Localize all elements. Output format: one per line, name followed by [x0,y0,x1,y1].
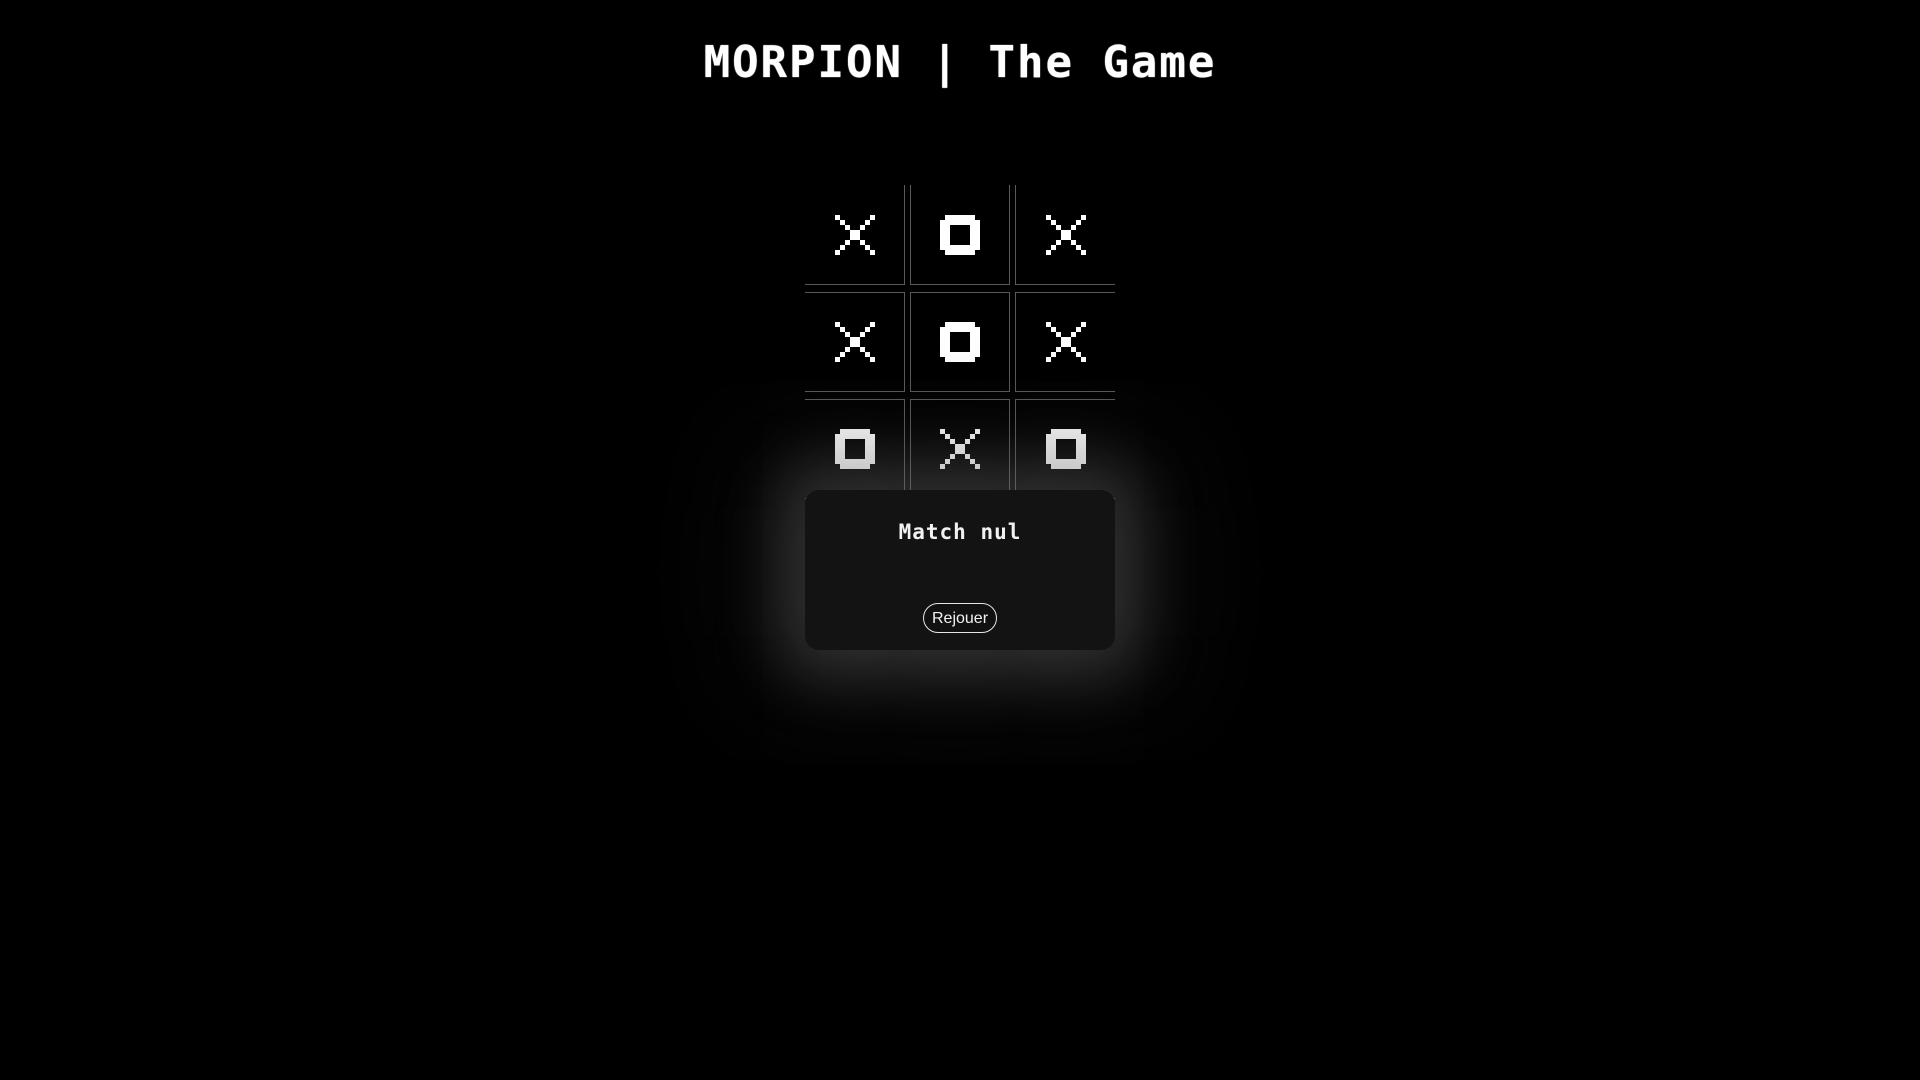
board-cell[interactable] [1015,185,1115,285]
x-mark-icon [1045,214,1086,255]
board-cell[interactable] [1015,292,1115,392]
x-mark-icon [834,322,875,362]
x-mark [1045,214,1086,255]
o-mark-icon [1045,429,1086,469]
board-cell[interactable] [910,399,1010,499]
o-mark [940,214,980,255]
x-mark-icon [834,214,875,255]
page-title: MORPION | The Game [703,37,1217,88]
x-mark [834,322,875,362]
x-mark [834,214,875,255]
board-cell[interactable] [910,185,1010,285]
replay-button[interactable]: Rejouer [923,603,997,633]
x-mark [1045,322,1086,362]
o-mark-icon [940,322,980,362]
o-mark-icon [834,429,875,469]
board-cell[interactable] [910,292,1010,392]
board-cell[interactable] [805,292,905,392]
o-mark [940,322,980,362]
result-modal: Match nul Rejouer [805,490,1115,650]
board-cell[interactable] [805,185,905,285]
game-board [805,185,1115,499]
board-cell[interactable] [1015,399,1115,499]
x-mark [940,429,980,469]
x-mark-icon [1045,322,1086,362]
o-mark-icon [940,214,980,255]
x-mark-icon [940,429,980,469]
result-message: Match nul [898,520,1022,544]
o-mark [1045,429,1086,469]
o-mark [834,429,875,469]
board-cell[interactable] [805,399,905,499]
